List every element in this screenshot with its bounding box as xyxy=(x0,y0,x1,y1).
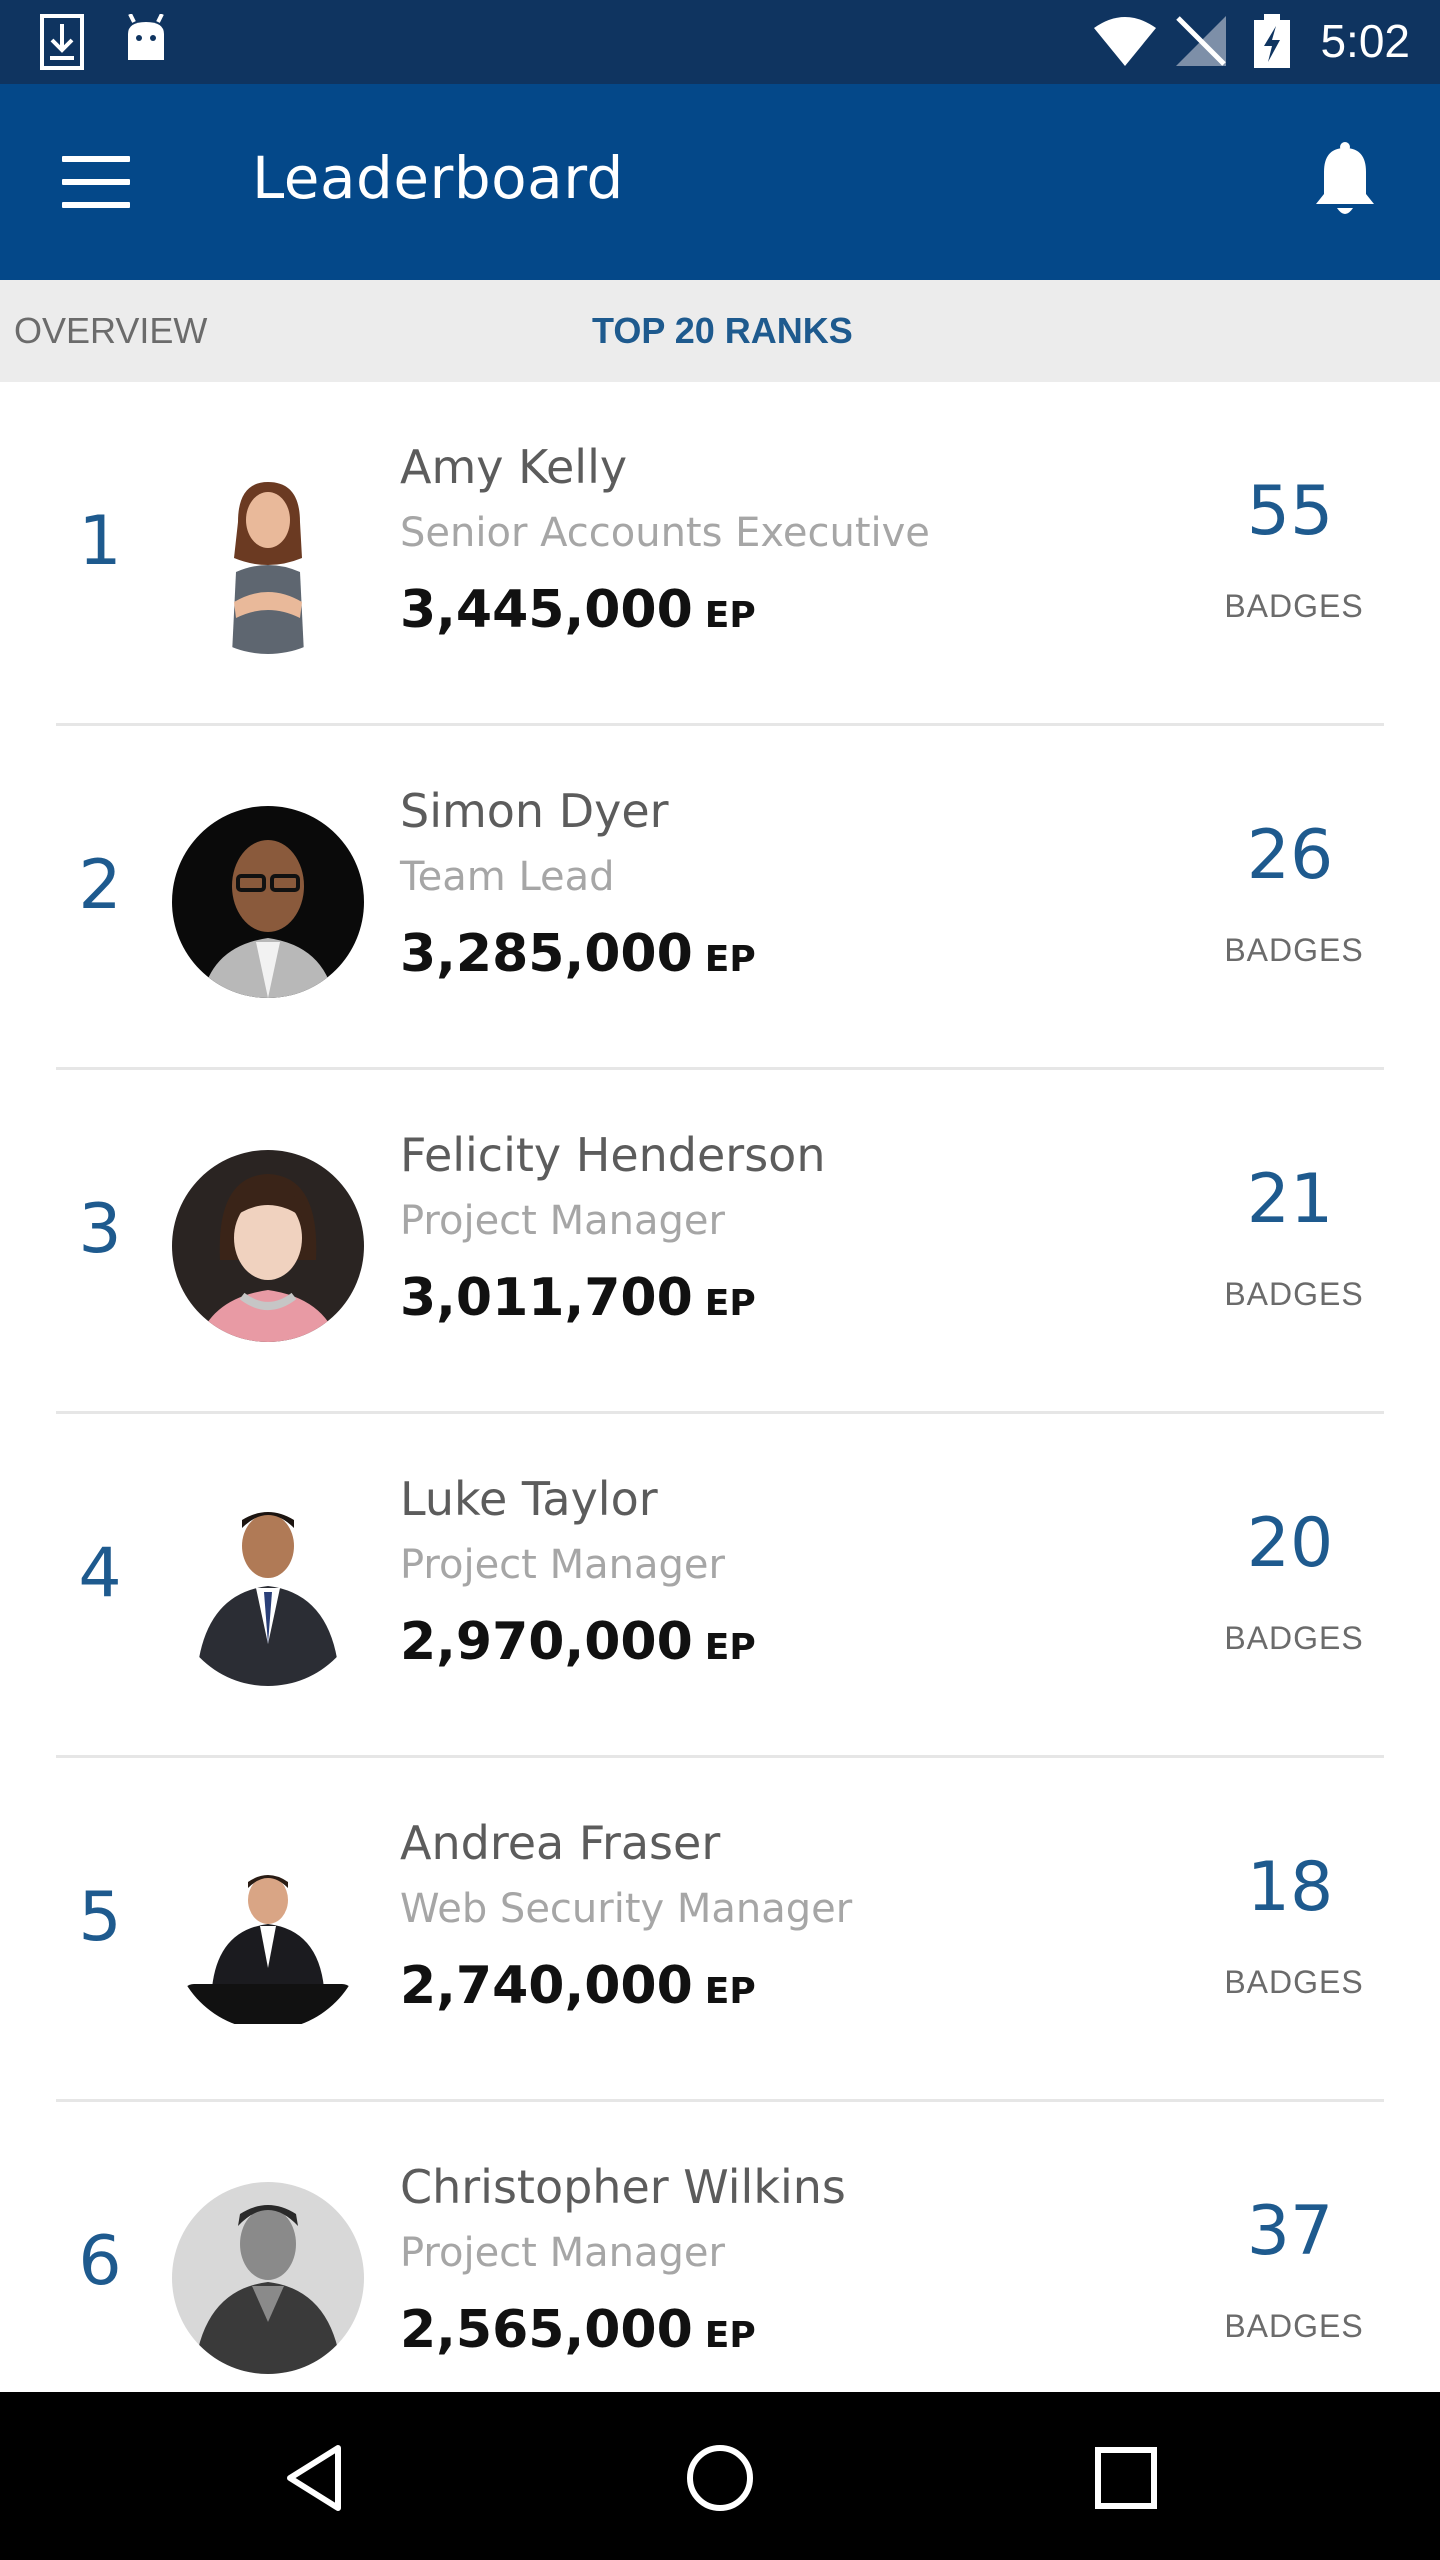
tab-bar: OVERVIEW TOP 20 RANKS xyxy=(0,280,1440,382)
man-avatar xyxy=(172,2182,364,2374)
points-unit: EP xyxy=(704,1627,756,1668)
user-name: Christopher Wilkins xyxy=(400,2160,846,2214)
user-name: Amy Kelly xyxy=(400,440,628,494)
badge-label: BADGES xyxy=(1224,1620,1364,1656)
man-suit-avatar xyxy=(172,1838,364,2030)
status-bar: 5:02 xyxy=(0,0,1440,84)
points-value: 2,565,000 xyxy=(400,2300,693,2360)
points-unit: EP xyxy=(704,595,756,636)
badge-count: 20 xyxy=(1246,1504,1334,1583)
download-notification-icon xyxy=(40,14,84,70)
points-unit: EP xyxy=(704,1283,756,1324)
badge-label: BADGES xyxy=(1224,1964,1364,2000)
badge-count: 37 xyxy=(1246,2192,1334,2271)
badge-count: 18 xyxy=(1246,1848,1334,1927)
android-notification-icon xyxy=(128,14,164,60)
leaderboard-row[interactable]: 5 Andrea Fraser Web Security Manager 2,7… xyxy=(0,1758,1440,2102)
user-name: Luke Taylor xyxy=(400,1472,658,1526)
rank-number: 1 xyxy=(78,502,122,581)
badge-label: BADGES xyxy=(1224,932,1364,968)
experience-points: 3,011,700 EP xyxy=(400,1268,756,1328)
leaderboard-row[interactable]: 6 Christopher Wilkins Project Manager 2,… xyxy=(0,2102,1440,2392)
rank-number: 5 xyxy=(78,1878,122,1957)
app-bar: Leaderboard xyxy=(0,84,1440,280)
leaderboard-list: 1 Amy Kelly Senior Accounts Executive 3,… xyxy=(0,382,1440,2392)
user-role: Web Security Manager xyxy=(400,1886,853,1932)
user-role: Project Manager xyxy=(400,2230,725,2276)
man-glasses-avatar xyxy=(172,806,364,998)
badge-label: BADGES xyxy=(1224,2308,1364,2344)
user-role: Project Manager xyxy=(400,1542,725,1588)
notification-bell-icon[interactable] xyxy=(1310,142,1380,222)
tab-overview[interactable]: OVERVIEW xyxy=(14,310,207,352)
user-role: Senior Accounts Executive xyxy=(400,510,930,556)
experience-points: 2,970,000 EP xyxy=(400,1612,756,1672)
leaderboard-row[interactable]: 2 Simon Dyer Team Lead 3,285,000 EP 26 BA… xyxy=(0,726,1440,1070)
no-signal-icon xyxy=(1176,16,1226,66)
user-role: Team Lead xyxy=(400,854,615,900)
rank-number: 4 xyxy=(78,1534,122,1613)
page-title: Leaderboard xyxy=(252,144,624,212)
experience-points: 2,565,000 EP xyxy=(400,2300,756,2360)
rank-number: 3 xyxy=(78,1190,122,1269)
man-suit-avatar xyxy=(172,1494,364,1686)
menu-icon[interactable] xyxy=(62,156,130,208)
experience-points: 3,285,000 EP xyxy=(400,924,756,984)
badge-label: BADGES xyxy=(1224,588,1364,624)
badge-count: 21 xyxy=(1246,1160,1334,1239)
woman-avatar xyxy=(172,1150,364,1342)
points-value: 3,285,000 xyxy=(400,924,693,984)
experience-points: 2,740,000 EP xyxy=(400,1956,756,2016)
points-value: 2,740,000 xyxy=(400,1956,693,2016)
user-role: Project Manager xyxy=(400,1198,725,1244)
badge-count: 55 xyxy=(1246,472,1334,551)
points-unit: EP xyxy=(704,2315,756,2356)
back-icon[interactable] xyxy=(276,2438,356,2518)
leaderboard-row[interactable]: 3 Felicity Henderson Project Manager 3,0… xyxy=(0,1070,1440,1414)
points-unit: EP xyxy=(704,939,756,980)
user-name: Andrea Fraser xyxy=(400,1816,721,1870)
battery-charging-icon xyxy=(1254,14,1290,68)
wifi-icon xyxy=(1094,17,1156,66)
home-icon[interactable] xyxy=(680,2438,760,2518)
woman-avatar xyxy=(172,462,364,654)
rank-number: 2 xyxy=(78,846,122,925)
rank-number: 6 xyxy=(78,2222,122,2301)
badge-count: 26 xyxy=(1246,816,1334,895)
user-name: Felicity Henderson xyxy=(400,1128,826,1182)
points-value: 3,445,000 xyxy=(400,580,693,640)
clock: 5:02 xyxy=(1320,15,1410,67)
points-unit: EP xyxy=(704,1971,756,2012)
tab-top-20-ranks[interactable]: TOP 20 RANKS xyxy=(592,310,853,352)
navigation-bar xyxy=(0,2392,1440,2560)
leaderboard-row[interactable]: 4 Luke Taylor Project Manager 2,970,000 E… xyxy=(0,1414,1440,1758)
experience-points: 3,445,000 EP xyxy=(400,580,756,640)
leaderboard-row[interactable]: 1 Amy Kelly Senior Accounts Executive 3,… xyxy=(0,382,1440,726)
points-value: 3,011,700 xyxy=(400,1268,693,1328)
points-value: 2,970,000 xyxy=(400,1612,693,1672)
badge-label: BADGES xyxy=(1224,1276,1364,1312)
user-name: Simon Dyer xyxy=(400,784,669,838)
recents-icon[interactable] xyxy=(1086,2438,1166,2518)
